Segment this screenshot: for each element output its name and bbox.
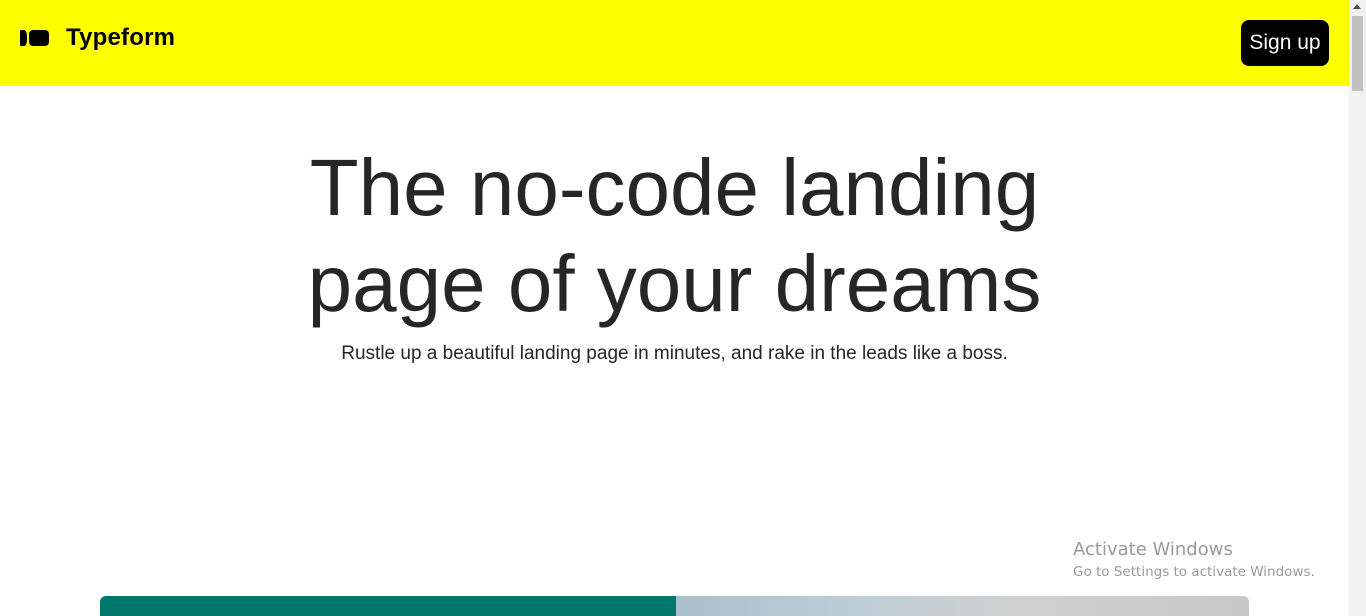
scroll-up-arrow-icon[interactable] [1353,4,1361,9]
landing-page: Typeform Sign up The no-code landing pag… [0,0,1349,616]
preview-right-panel [676,596,1249,616]
windows-activation-watermark: Activate Windows Go to Settings to activ… [1073,539,1315,581]
vertical-scrollbar[interactable] [1349,0,1366,616]
sign-up-button[interactable]: Sign up [1241,20,1329,66]
top-header: Typeform Sign up [0,0,1349,86]
brand-logo-link[interactable]: Typeform [20,24,175,52]
hero-title: The no-code landing page of your dreams [0,140,1349,332]
browser-viewport: Typeform Sign up The no-code landing pag… [0,0,1366,616]
hero-title-line-1: The no-code landing [309,143,1040,232]
typeform-logo-icon [20,30,49,46]
preview-image-strip [100,596,1249,616]
hero-title-line-2: page of your dreams [307,239,1042,328]
scrollbar-thumb[interactable] [1352,16,1363,91]
watermark-title: Activate Windows [1073,539,1233,560]
hero-subtitle: Rustle up a beautiful landing page in mi… [341,343,1008,364]
watermark-subtitle: Go to Settings to activate Windows. [1073,564,1315,580]
brand-name: Typeform [66,24,176,51]
preview-left-panel [100,596,676,616]
